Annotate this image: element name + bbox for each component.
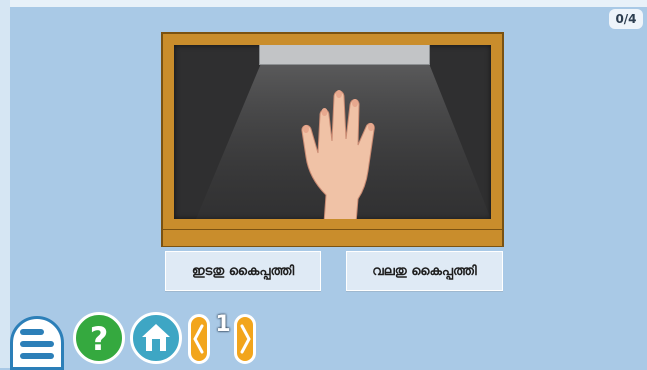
- chalkboard: [161, 32, 504, 247]
- score-badge: 0/4: [609, 9, 643, 29]
- next-page-button[interactable]: [234, 314, 256, 364]
- page-number: 1: [215, 312, 231, 337]
- chevron-left-icon: [193, 324, 204, 354]
- chalkboard-ledge: [163, 229, 502, 246]
- chalkboard-surface: [174, 45, 491, 219]
- home-icon: [142, 324, 170, 351]
- lamp: [259, 45, 430, 65]
- left-strip: [0, 0, 10, 368]
- hand-image: [301, 90, 375, 219]
- chevron-right-icon: [240, 324, 251, 354]
- menu-button[interactable]: [10, 316, 64, 370]
- help-button[interactable]: ?: [73, 312, 125, 364]
- previous-page-button[interactable]: [188, 314, 210, 364]
- top-strip: [0, 0, 647, 7]
- question-mark-icon: ?: [90, 320, 109, 358]
- left-hand-answer-button[interactable]: ഇടതു കൈപ്പത്തി: [165, 251, 321, 291]
- right-hand-answer-button[interactable]: വലതു കൈപ്പത്തി: [346, 251, 503, 291]
- svg-text:?: ?: [90, 320, 109, 358]
- home-button[interactable]: [130, 312, 182, 364]
